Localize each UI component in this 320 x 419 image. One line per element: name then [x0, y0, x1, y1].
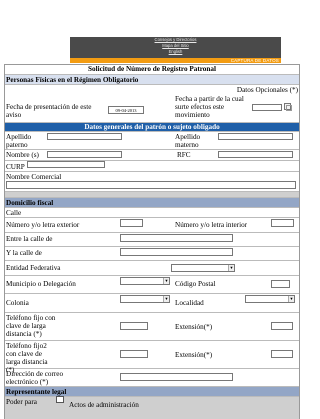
municipio-select[interactable]: ▼: [120, 277, 170, 285]
row-nombre-rfc: Nombre (s) RFC: [5, 150, 299, 161]
captura-banner: CAPTURA DE DATOS: [70, 58, 281, 63]
correo-input[interactable]: [120, 373, 233, 381]
row-apellidos: Apellido paterno Apellido materno: [5, 132, 299, 150]
localidad-label: Localidad: [175, 299, 204, 307]
domicilio-band: Domicilio fiscal: [5, 198, 299, 208]
telefono1-input[interactable]: [120, 322, 148, 330]
rfc-input[interactable]: [218, 151, 293, 158]
nombre-comercial-label: Nombre Comercial: [6, 172, 62, 181]
representante-band: Representante legal: [5, 387, 299, 397]
form-title-row: Solicitud de Número de Registro Patronal: [5, 65, 299, 75]
apellido-paterno-label: Apellido paterno: [6, 132, 32, 149]
section-personas-label: Personas Físicas en el Régimen Obligator…: [6, 75, 139, 84]
row-y-calle: Y la calle de: [5, 247, 299, 261]
curp-label: CURP: [6, 163, 25, 171]
entre-calle-input[interactable]: [120, 234, 233, 242]
actos-admin-label: Actos de administración: [69, 401, 139, 409]
entre-calle-label: Entre la calle de: [6, 235, 53, 243]
datos-opcionales-label: Datos Opcionales (*): [236, 85, 298, 94]
chevron-down-icon: ▼: [228, 265, 234, 271]
row-numeros: Número y/o letra exterior Número y/o let…: [5, 218, 299, 233]
row-fechas: Fecha de presentación de este aviso 09-0…: [5, 94, 299, 123]
apellido-materno-label: Apellido materno: [175, 132, 201, 149]
numero-exterior-label: Número y/o letra exterior: [6, 221, 80, 229]
fecha-presentacion-input[interactable]: 09-04-2013: [108, 106, 144, 114]
entidad-select[interactable]: ▼: [171, 264, 235, 272]
correo-label: Dirección de correo electrónico (*): [6, 369, 64, 386]
section-personas: Personas Físicas en el Régimen Obligator…: [5, 75, 299, 85]
link-english[interactable]: English: [70, 49, 281, 55]
representante-label: Representante legal: [6, 387, 67, 396]
chevron-down-icon: ▼: [163, 296, 169, 302]
row-municipio: Municipio o Delegación ▼ Código Postal: [5, 276, 299, 294]
extension2-label: Extensión(*): [175, 351, 213, 359]
row-correo: Dirección de correo electrónico (*): [5, 369, 299, 387]
colonia-label: Colonia: [6, 299, 29, 307]
chevron-down-icon: ▼: [288, 296, 294, 302]
numero-interior-input[interactable]: [271, 219, 294, 227]
datos-generales-band: Datos generales del patrón o sujeto obli…: [5, 123, 299, 132]
nombres-input[interactable]: [47, 151, 122, 158]
nombre-comercial-input[interactable]: [6, 181, 296, 189]
y-calle-label: Y la calle de: [6, 249, 42, 257]
domicilio-label: Domicilio fiscal: [6, 198, 54, 207]
fecha-presentacion-value: 09-04-2013: [115, 108, 137, 113]
fecha-presentacion-label: Fecha de presentación de este aviso: [6, 103, 92, 119]
telefono1-label: Teléfono fijo con clave de larga distanc…: [6, 313, 56, 338]
calendar-icon[interactable]: [284, 103, 292, 111]
localidad-select[interactable]: ▼: [245, 295, 295, 303]
registration-form: Solicitud de Número de Registro Patronal…: [4, 64, 300, 419]
row-telefono2: Teléfono fijo2 con clave de larga distan…: [5, 341, 299, 374]
nombres-label: Nombre (s): [6, 151, 39, 159]
colonia-select[interactable]: ▼: [120, 295, 170, 303]
numero-interior-label: Número y/o letra interior: [175, 221, 248, 229]
poder-checkbox[interactable]: [56, 396, 64, 403]
telefono2-input[interactable]: [120, 350, 148, 358]
extension2-input[interactable]: [271, 350, 293, 358]
fecha-efectos-input[interactable]: [252, 104, 282, 111]
apellido-materno-input[interactable]: [218, 133, 293, 140]
datos-generales-label: Datos generales del patrón o sujeto obli…: [84, 123, 220, 131]
municipio-label: Municipio o Delegación: [6, 280, 76, 288]
calle-label: Calle: [6, 208, 22, 217]
form-title: Solicitud de Número de Registro Patronal: [88, 65, 216, 73]
captura-label: CAPTURA DE DATOS: [230, 57, 279, 63]
row-opcionales: Datos Opcionales (*): [5, 85, 299, 94]
curp-input[interactable]: [27, 161, 105, 168]
y-calle-input[interactable]: [120, 248, 233, 256]
codigo-postal-label: Código Postal: [175, 280, 216, 288]
row-telefono1: Teléfono fijo con clave de larga distanc…: [5, 313, 299, 341]
row-colonia: Colonia ▼ Localidad ▼: [5, 294, 299, 313]
row-nombre-comercial: Nombre Comercial: [5, 172, 299, 192]
numero-exterior-input[interactable]: [120, 219, 143, 227]
rfc-label: RFC: [177, 151, 191, 159]
row-curp: CURP: [5, 161, 299, 172]
entidad-label: Entidad Federativa: [6, 264, 61, 272]
row-entidad: Entidad Federativa ▼: [5, 261, 299, 276]
row-calle: Calle: [5, 208, 299, 218]
row-poder: Poder para Actos de administración: [5, 396, 299, 419]
codigo-postal-input[interactable]: [271, 280, 290, 288]
apellido-paterno-input[interactable]: [47, 133, 122, 140]
row-entre-calle: Entre la calle de: [5, 233, 299, 247]
top-links: Consejos y Directorios Mapa del Sitio En…: [70, 37, 281, 55]
fecha-efectos-label: Fecha a partir de la cual surte efectos …: [175, 95, 244, 119]
extension1-input[interactable]: [271, 322, 293, 330]
extension1-label: Extensión(*): [175, 323, 213, 331]
chevron-down-icon: ▼: [163, 278, 169, 284]
poder-para-label: Poder para: [6, 398, 37, 406]
